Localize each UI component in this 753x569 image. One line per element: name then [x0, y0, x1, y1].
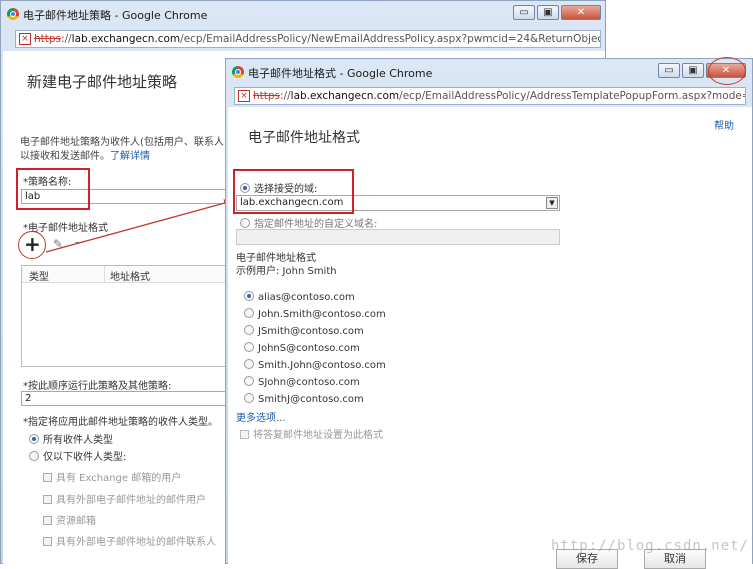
front-window-titlebar[interactable]: 电子邮件地址格式 - Google Chrome ▭ ▣ ✕ [226, 59, 752, 85]
check-mail-users[interactable]: 具有外部电子邮件地址的邮件用户 [43, 491, 206, 506]
format-option-0-label: alias@contoso.com [258, 292, 355, 303]
radio-some-label: 仅以下收件人类型: [43, 452, 127, 463]
watermark: http://blog.csdn.net/ [550, 538, 749, 554]
edit-icon[interactable]: ✎ [53, 237, 63, 251]
format-option-5[interactable]: SJohn@contoso.com [244, 376, 360, 388]
format-option-5-indicator [244, 376, 254, 386]
chrome-logo-icon [7, 8, 19, 20]
radio-selected-recipients[interactable]: 仅以下收件人类型: [29, 448, 126, 463]
format-option-3-indicator [244, 342, 254, 352]
format-option-2-label: JSmith@contoso.com [258, 326, 364, 337]
front-browser-window: 电子邮件地址格式 - Google Chrome ▭ ▣ ✕ × https://… [225, 57, 753, 569]
front-address-bar[interactable]: × https://lab.exchangecn.com/ecp/EmailAdd… [234, 87, 746, 105]
grid-column-divider [104, 266, 105, 282]
close-button-highlight [708, 57, 746, 85]
set-reply-address-checkbox[interactable]: 将答复邮件地址设置为此格式 [240, 426, 383, 441]
back-url-path: /ecp/EmailAddressPolicy/NewEmailAddressP… [180, 33, 601, 45]
set-reply-checkbox-box [240, 430, 249, 439]
front-page-content: 帮助 电子邮件地址格式 选择接受的域: lab.exchangecn.com ▼… [228, 107, 752, 569]
format-option-1-indicator [244, 308, 254, 318]
format-option-0[interactable]: alias@contoso.com [244, 291, 355, 303]
learn-more-link[interactable]: 了解详情 [110, 151, 150, 162]
check-resource-mailboxes[interactable]: 资源邮箱 [43, 512, 96, 527]
recipient-types-label: *指定将应用此邮件地址策略的收件人类型。 [23, 417, 218, 428]
check-mail-contacts-label: 具有外部电子邮件地址的邮件联系人 [56, 537, 216, 548]
radio-all-label: 所有收件人类型 [43, 435, 113, 446]
policy-description-text: 以接收和发送邮件。 [20, 151, 110, 162]
policy-description-line1: 电子邮件地址策略为收件人(包括用户、联系人 [20, 137, 224, 148]
format-option-0-indicator [244, 291, 254, 301]
check-mailbox-users-label: 具有 Exchange 邮箱的用户 [56, 473, 182, 484]
dialog-heading: 电子邮件地址格式 [248, 130, 360, 146]
check-mail-users-box [43, 495, 52, 504]
format-option-1-label: John.Smith@contoso.com [258, 309, 386, 320]
set-reply-checkbox-label: 将答复邮件地址设置为此格式 [253, 430, 383, 441]
page-title: 新建电子邮件地址策略 [27, 73, 178, 91]
custom-domain-input[interactable] [236, 229, 560, 245]
check-mail-contacts[interactable]: 具有外部电子邮件地址的邮件联系人 [43, 533, 216, 548]
radio-custom-indicator [240, 218, 250, 228]
front-window-title: 电子邮件地址格式 - Google Chrome [248, 67, 433, 80]
remove-icon[interactable]: ‒ [75, 235, 83, 250]
back-restore-button[interactable]: ▣ [537, 5, 559, 20]
front-url-path: /ecp/EmailAddressPolicy/AddressTemplateP… [399, 90, 746, 102]
back-minimize-button[interactable]: ▭ [513, 5, 535, 20]
check-mail-users-label: 具有外部电子邮件地址的邮件用户 [56, 495, 206, 506]
grid-header: 类型 地址格式 [22, 266, 226, 283]
radio-some-indicator [29, 451, 39, 461]
domain-select-highlight [233, 169, 354, 214]
broken-lock-icon: × [238, 90, 250, 102]
more-options-link[interactable]: 更多选项... [236, 409, 286, 424]
radio-all-recipients[interactable]: 所有收件人类型 [29, 431, 113, 446]
back-window-title: 电子邮件地址策略 - Google Chrome [23, 9, 208, 22]
radio-all-indicator [29, 434, 39, 444]
priority-label: *按此顺序运行此策略及其他策略: [23, 381, 172, 392]
check-mail-contacts-box [43, 537, 52, 546]
format-option-3-label: JohnS@contoso.com [258, 343, 360, 354]
front-url-host: lab.exchangecn.com [290, 90, 400, 102]
address-format-grid: 类型 地址格式 [21, 265, 227, 367]
radio-custom-domain[interactable]: 指定邮件地址的自定义域名: [240, 215, 377, 230]
format-option-2[interactable]: JSmith@contoso.com [244, 325, 364, 337]
format-option-4-label: Smith.John@contoso.com [258, 360, 386, 371]
back-url-host: lab.exchangecn.com [71, 33, 181, 45]
add-icon-highlight [18, 231, 46, 259]
back-close-button[interactable]: ✕ [561, 5, 601, 20]
grid-column-type[interactable]: 类型 [29, 268, 49, 283]
format-option-2-indicator [244, 325, 254, 335]
check-resource-label: 资源邮箱 [56, 516, 96, 527]
check-mailbox-users-box [43, 473, 52, 482]
broken-lock-icon: × [19, 33, 31, 45]
back-url-scheme: https [34, 33, 62, 45]
priority-input[interactable]: 2 [21, 391, 227, 406]
format-option-1[interactable]: John.Smith@contoso.com [244, 308, 386, 320]
front-restore-button[interactable]: ▣ [682, 63, 704, 78]
back-window-titlebar[interactable]: 电子邮件地址策略 - Google Chrome ▭ ▣ ✕ [1, 1, 605, 27]
format-option-6-indicator [244, 393, 254, 403]
format-option-6-label: SmithJ@contoso.com [258, 394, 364, 405]
format-option-3[interactable]: JohnS@contoso.com [244, 342, 360, 354]
format-option-4[interactable]: Smith.John@contoso.com [244, 359, 386, 371]
check-mailbox-users[interactable]: 具有 Exchange 邮箱的用户 [43, 469, 181, 484]
check-resource-box [43, 516, 52, 525]
format-option-4-indicator [244, 359, 254, 369]
example-user: 示例用户: John Smith [236, 266, 337, 277]
front-url-scheme: https [253, 90, 281, 102]
dropdown-arrow-icon[interactable]: ▼ [546, 197, 558, 209]
policy-name-highlight [16, 168, 90, 210]
grid-column-format[interactable]: 地址格式 [110, 268, 150, 283]
front-minimize-button[interactable]: ▭ [658, 63, 680, 78]
help-link[interactable]: 帮助 [714, 117, 734, 132]
chrome-logo-icon [232, 66, 244, 78]
back-address-bar[interactable]: × https://lab.exchangecn.com/ecp/EmailAdd… [15, 30, 601, 48]
format-option-5-label: SJohn@contoso.com [258, 377, 360, 388]
policy-description-line2: 以接收和发送邮件。了解详情 [20, 147, 150, 162]
format-option-6[interactable]: SmithJ@contoso.com [244, 393, 364, 405]
